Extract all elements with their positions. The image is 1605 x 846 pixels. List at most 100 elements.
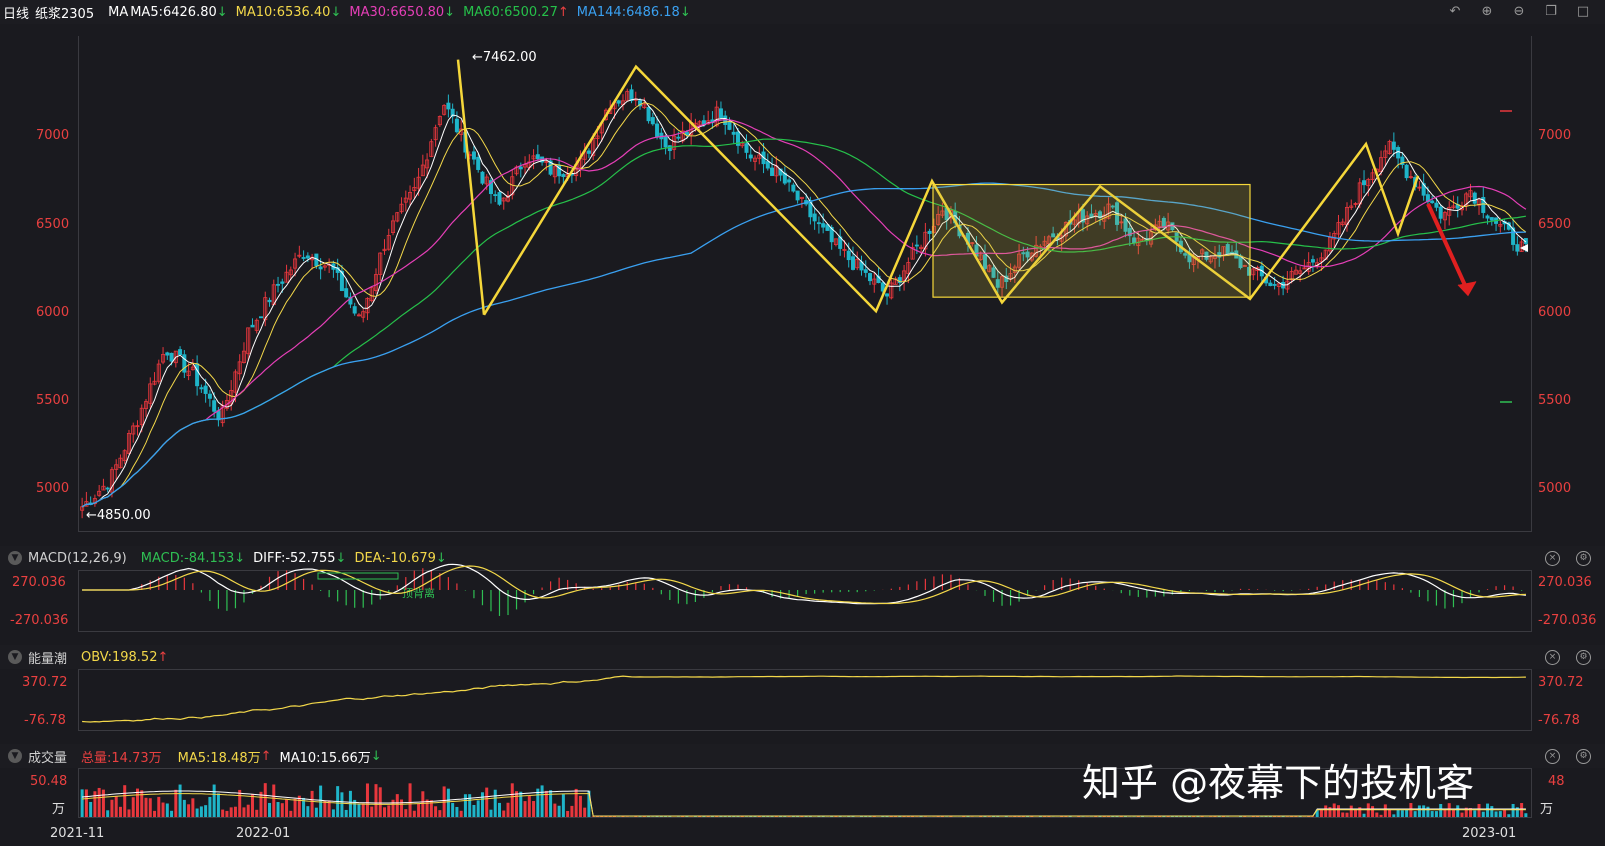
volume-bar bbox=[306, 806, 310, 817]
candle-body bbox=[305, 255, 310, 259]
candle-body bbox=[471, 151, 476, 160]
volume-bar bbox=[1379, 814, 1383, 817]
candle-body bbox=[476, 156, 481, 170]
volume-bar bbox=[400, 799, 404, 817]
volume-bar bbox=[1460, 812, 1464, 817]
candle-body bbox=[1485, 215, 1490, 219]
candle-body bbox=[727, 121, 732, 130]
candle-body bbox=[812, 213, 817, 222]
volume-bar bbox=[263, 783, 267, 817]
volume-bar bbox=[1524, 813, 1528, 817]
candle-body bbox=[846, 250, 851, 261]
ma30-line bbox=[81, 119, 1527, 508]
candle-body bbox=[616, 100, 621, 104]
candle-body bbox=[646, 107, 651, 122]
candle-body bbox=[1391, 141, 1396, 150]
volume-bar bbox=[212, 784, 216, 817]
volume-bar bbox=[1392, 814, 1396, 817]
volume-bar bbox=[101, 789, 105, 817]
volume-bar bbox=[233, 806, 237, 817]
volume-bar bbox=[506, 802, 510, 817]
candle-body bbox=[301, 257, 306, 259]
candle-body bbox=[1362, 180, 1367, 186]
candle-body bbox=[1396, 147, 1401, 159]
volume-bar bbox=[570, 805, 574, 817]
candle-body bbox=[199, 387, 204, 390]
candle-body bbox=[1472, 192, 1477, 204]
candle-body bbox=[276, 283, 281, 286]
candle-body bbox=[212, 400, 217, 412]
volume-bar bbox=[472, 804, 476, 817]
candle-body bbox=[795, 190, 800, 201]
volume-bar bbox=[1375, 812, 1379, 817]
volume-bar bbox=[250, 793, 254, 817]
candle-body bbox=[731, 131, 736, 135]
candle-body bbox=[885, 293, 890, 297]
candle-body bbox=[480, 171, 485, 184]
volume-bar bbox=[310, 790, 314, 817]
volume-bar bbox=[515, 791, 519, 817]
volume-bar bbox=[421, 791, 425, 817]
candle-body bbox=[663, 135, 668, 148]
volume-bar bbox=[1430, 811, 1434, 817]
volume-bar bbox=[1434, 811, 1438, 817]
volume-bar bbox=[344, 809, 348, 817]
volume-bar bbox=[404, 809, 408, 817]
volume-bar bbox=[455, 806, 459, 817]
volume-bar bbox=[114, 795, 118, 817]
ma144-line bbox=[81, 182, 1526, 508]
candle-body bbox=[497, 192, 502, 205]
candle-body bbox=[250, 324, 255, 328]
volume-bar bbox=[583, 807, 587, 817]
volume-bar bbox=[463, 794, 467, 817]
volume-bar bbox=[331, 809, 335, 817]
volume-bar bbox=[578, 795, 582, 817]
volume-bar bbox=[131, 797, 135, 817]
volume-bar bbox=[148, 798, 152, 817]
volume-bar bbox=[153, 810, 157, 817]
volume-bar bbox=[110, 799, 114, 817]
candle-body bbox=[676, 136, 681, 139]
volume-bar bbox=[323, 800, 327, 817]
volume-bar bbox=[165, 803, 169, 817]
volume-bar bbox=[93, 791, 97, 817]
candle-body bbox=[454, 118, 459, 133]
candle-body bbox=[169, 352, 174, 362]
candle-body bbox=[535, 154, 540, 160]
candle-body bbox=[203, 385, 208, 394]
candle-body bbox=[718, 108, 723, 118]
volume-bar bbox=[314, 807, 318, 817]
candle-body bbox=[195, 363, 200, 387]
candle-body bbox=[561, 174, 566, 177]
candle-body bbox=[791, 184, 796, 192]
candle-body bbox=[344, 288, 349, 298]
candle-body bbox=[258, 316, 263, 319]
volume-bar bbox=[527, 796, 531, 817]
down-arrow-annotation bbox=[1426, 203, 1470, 293]
arrow-head bbox=[1457, 281, 1477, 297]
volume-bar bbox=[523, 801, 527, 817]
volume-bar bbox=[434, 806, 438, 817]
volume-bar bbox=[374, 784, 378, 817]
volume-bar bbox=[1422, 805, 1426, 817]
candle-body bbox=[927, 230, 932, 234]
volume-bar bbox=[357, 803, 361, 817]
volume-bar bbox=[255, 809, 259, 817]
volume-bar bbox=[485, 787, 489, 817]
kline-chart[interactable] bbox=[0, 0, 1605, 846]
volume-bar bbox=[161, 802, 165, 817]
volume-bar bbox=[412, 810, 416, 817]
ma10-line bbox=[81, 102, 1527, 508]
candle-body bbox=[267, 299, 272, 303]
candle-body bbox=[1434, 202, 1439, 208]
volume-bar bbox=[370, 806, 374, 817]
volume-bar bbox=[1371, 806, 1375, 817]
candle-body bbox=[655, 123, 660, 137]
volume-bar bbox=[204, 805, 208, 817]
candle-body bbox=[586, 150, 591, 154]
volume-bar bbox=[242, 807, 246, 817]
volume-bar bbox=[1400, 810, 1404, 817]
volume-bar bbox=[106, 810, 110, 817]
volume-bar bbox=[216, 793, 220, 817]
candle-body bbox=[207, 393, 212, 399]
